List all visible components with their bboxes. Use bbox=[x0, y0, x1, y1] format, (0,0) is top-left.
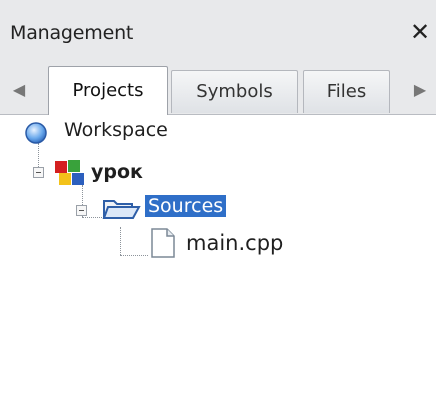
document-icon bbox=[151, 228, 175, 258]
tab-scroll-left-icon[interactable]: ◀ bbox=[8, 72, 30, 108]
close-icon[interactable]: ✕ bbox=[410, 18, 430, 46]
panel-title: Management bbox=[10, 22, 134, 44]
workspace-globe-icon bbox=[25, 122, 47, 144]
collapse-icon[interactable] bbox=[76, 205, 87, 216]
tab-projects[interactable]: Projects bbox=[48, 66, 168, 115]
panel-titlebar: Management ✕ bbox=[0, 0, 436, 62]
tree-item-label: Workspace bbox=[64, 119, 168, 141]
project-tree: Workspace урок Sources main.cpp bbox=[0, 115, 436, 407]
project-cubes-icon bbox=[55, 160, 84, 185]
folder-open-icon bbox=[102, 200, 141, 219]
tree-connector bbox=[120, 255, 148, 256]
tab-symbols[interactable]: Symbols bbox=[171, 70, 298, 113]
tab-scroll-right-icon[interactable]: ▶ bbox=[409, 72, 431, 108]
tree-connector bbox=[120, 227, 121, 255]
tree-item-label: Sources bbox=[145, 195, 227, 217]
tree-connector bbox=[82, 217, 102, 218]
tab-files[interactable]: Files bbox=[303, 70, 390, 113]
tree-item-label: main.cpp bbox=[186, 231, 284, 255]
tree-item-label: урок bbox=[91, 161, 143, 183]
collapse-icon[interactable] bbox=[33, 167, 44, 178]
